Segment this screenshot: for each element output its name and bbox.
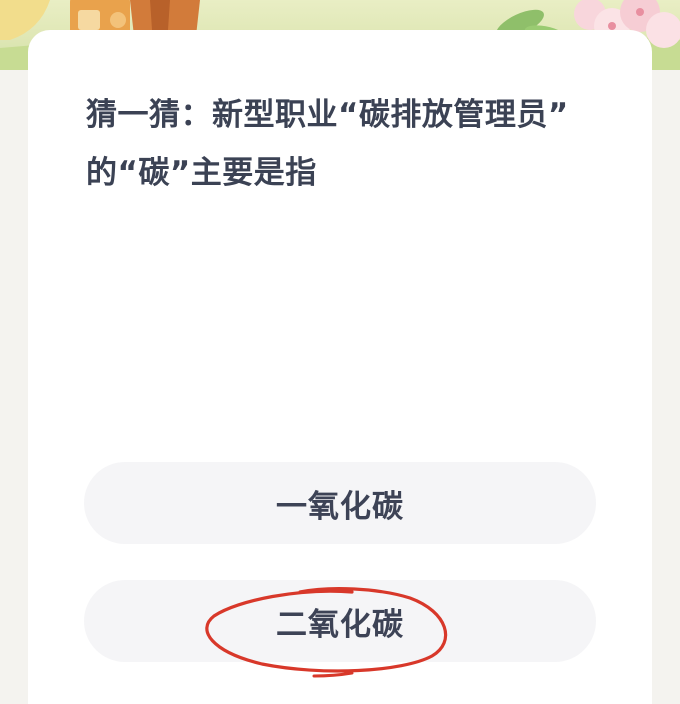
question-line-1: 猜一猜：新型职业“碳排放管理员” bbox=[86, 97, 569, 133]
quiz-screen: 猜一猜：新型职业“碳排放管理员” 的“碳”主要是指 一氧化碳 二氧化碳 bbox=[0, 0, 680, 704]
question-line-2: 的“碳”主要是指 bbox=[86, 155, 317, 191]
question-card: 猜一猜：新型职业“碳排放管理员” 的“碳”主要是指 一氧化碳 二氧化碳 bbox=[28, 30, 652, 704]
question-text: 猜一猜：新型职业“碳排放管理员” 的“碳”主要是指 bbox=[86, 86, 606, 202]
option-button-a[interactable]: 一氧化碳 bbox=[84, 462, 596, 544]
option-a-label: 一氧化碳 bbox=[276, 488, 404, 525]
option-b-label: 二氧化碳 bbox=[276, 606, 404, 643]
option-button-b[interactable]: 二氧化碳 bbox=[84, 580, 596, 662]
